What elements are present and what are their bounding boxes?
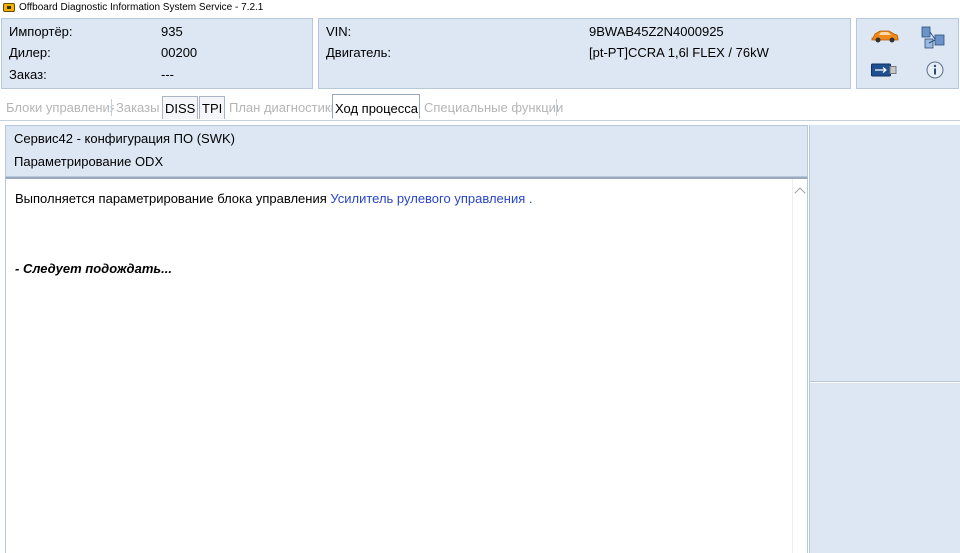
order-label: Заказ: <box>9 67 47 82</box>
engine-label: Двигатель: <box>326 45 391 60</box>
network-icon[interactable] <box>920 25 946 51</box>
vehicle-header: Импортёр: 935 Дилер: 00200 Заказ: --- VI… <box>0 16 960 92</box>
wait-message: - Следует подождать... <box>15 261 172 276</box>
tab-separator <box>556 99 557 116</box>
importer-value: 935 <box>161 24 183 39</box>
tab-control-units[interactable]: Блоки управления <box>4 96 119 119</box>
process-title: Сервис42 - конфигурация ПО (SWK) <box>14 131 235 146</box>
vin-value: 9BWAB45Z2N4000925 <box>589 24 724 39</box>
tab-process-progress[interactable]: Ход процесса <box>332 94 420 119</box>
vehicle-info-panel: VIN: 9BWAB45Z2N4000925 Двигатель: [pt-PT… <box>318 18 851 89</box>
title-bar: Offboard Diagnostic Information System S… <box>0 0 960 16</box>
car-icon[interactable] <box>871 29 899 43</box>
tab-orders[interactable]: Заказы <box>114 96 162 119</box>
tab-separator <box>111 99 112 116</box>
control-unit-link[interactable]: Усилитель рулевого управления <box>330 191 525 206</box>
side-divider <box>810 381 960 383</box>
order-value: --- <box>161 67 174 82</box>
tab-diagnostic-plan[interactable]: План диагностики <box>227 96 340 119</box>
status-message: Выполняется параметрирование блока управ… <box>15 190 532 208</box>
dealer-value: 00200 <box>161 45 198 60</box>
status-message-suffix: . <box>525 191 533 206</box>
tools-panel <box>856 18 959 89</box>
main-tab-bar: Блоки управления Заказы DISS TPI План ди… <box>0 92 960 121</box>
info-icon[interactable] <box>926 61 944 79</box>
app-logo-icon <box>3 3 15 12</box>
vertical-scrollbar[interactable] <box>792 179 807 553</box>
dealer-label: Дилер: <box>9 45 51 60</box>
tab-special-functions[interactable]: Специальные функции <box>422 96 566 119</box>
importer-label: Импортёр: <box>9 24 73 39</box>
process-header: Сервис42 - конфигурация ПО (SWK) Парамет… <box>5 125 808 177</box>
status-message-text: Выполняется параметрирование блока управ… <box>15 191 331 206</box>
tab-tpi[interactable]: TPI <box>199 96 225 119</box>
engine-value: [pt-PT]CCRA 1,6l FLEX / 76kW <box>589 45 769 60</box>
vin-label: VIN: <box>326 24 352 39</box>
process-content: Выполняется параметрирование блока управ… <box>5 177 808 553</box>
side-panel <box>809 125 960 553</box>
window-title: Offboard Diagnostic Information System S… <box>19 2 264 13</box>
process-subtitle: Параметрирование ODX <box>14 154 164 169</box>
tab-diss[interactable]: DISS <box>162 96 198 119</box>
dealer-info-panel: Импортёр: 935 Дилер: 00200 Заказ: --- <box>1 18 313 89</box>
usb-icon[interactable] <box>871 63 897 77</box>
scroll-up-arrow-icon[interactable] <box>794 187 806 199</box>
